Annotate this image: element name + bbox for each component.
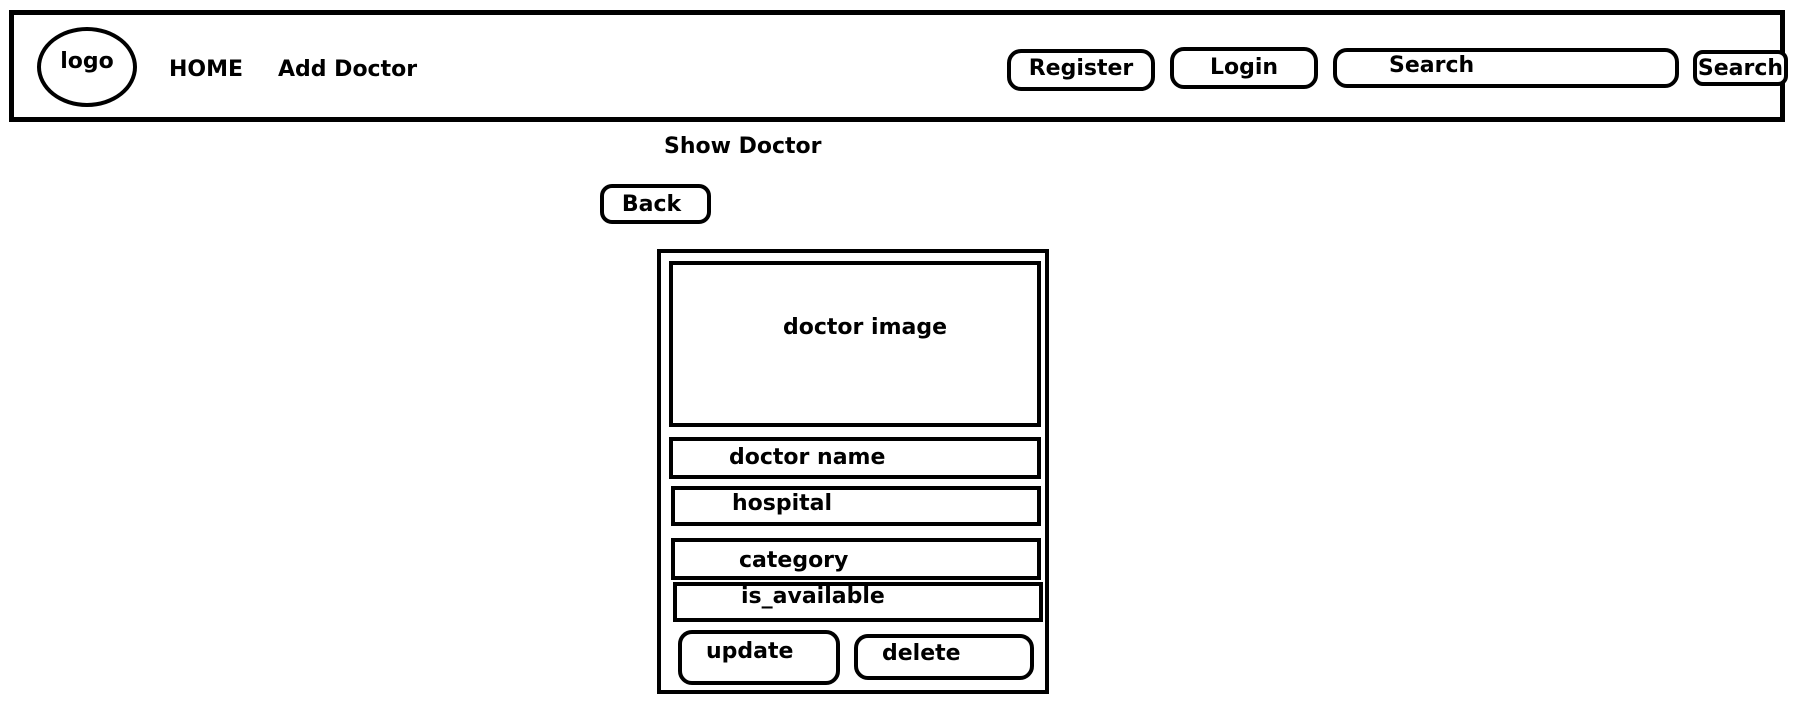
top-navbar: logo HOME Add Doctor Register Login Sear… xyxy=(9,10,1788,122)
register-button-label: Register xyxy=(1028,55,1134,81)
search-button[interactable]: Search xyxy=(1693,50,1788,86)
search-input[interactable] xyxy=(1333,48,1679,88)
logo-label: logo xyxy=(60,48,114,74)
hospital-value: hospital xyxy=(732,491,833,516)
nav-home-link[interactable]: HOME xyxy=(169,57,243,82)
login-button[interactable]: Login xyxy=(1170,47,1318,89)
back-button-label: Back xyxy=(621,191,682,217)
is-available-value: is_available xyxy=(741,584,885,609)
category-value: category xyxy=(739,548,849,573)
delete-button-label: delete xyxy=(882,640,961,666)
page-title: Show Doctor xyxy=(664,134,822,159)
doctor-card: doctor image doctor name hospital catego… xyxy=(657,249,1049,694)
doctor-name-value: doctor name xyxy=(729,445,886,470)
delete-button[interactable]: delete xyxy=(854,634,1034,680)
doctor-name-field: doctor name xyxy=(669,437,1041,479)
search-button-label: Search xyxy=(1697,55,1784,81)
nav-add-doctor-link[interactable]: Add Doctor xyxy=(278,57,417,82)
back-button[interactable]: Back xyxy=(600,184,711,224)
register-button[interactable]: Register xyxy=(1007,49,1155,91)
doctor-image: doctor image xyxy=(669,261,1041,427)
doctor-image-label: doctor image xyxy=(782,315,948,340)
logo[interactable]: logo xyxy=(37,27,137,107)
category-field: category xyxy=(671,538,1041,580)
update-button-label: update xyxy=(706,639,794,664)
is-available-field: is_available xyxy=(673,582,1043,622)
hospital-field: hospital xyxy=(671,486,1041,526)
login-button-label: Login xyxy=(1209,54,1279,80)
update-button[interactable]: update xyxy=(678,630,840,685)
